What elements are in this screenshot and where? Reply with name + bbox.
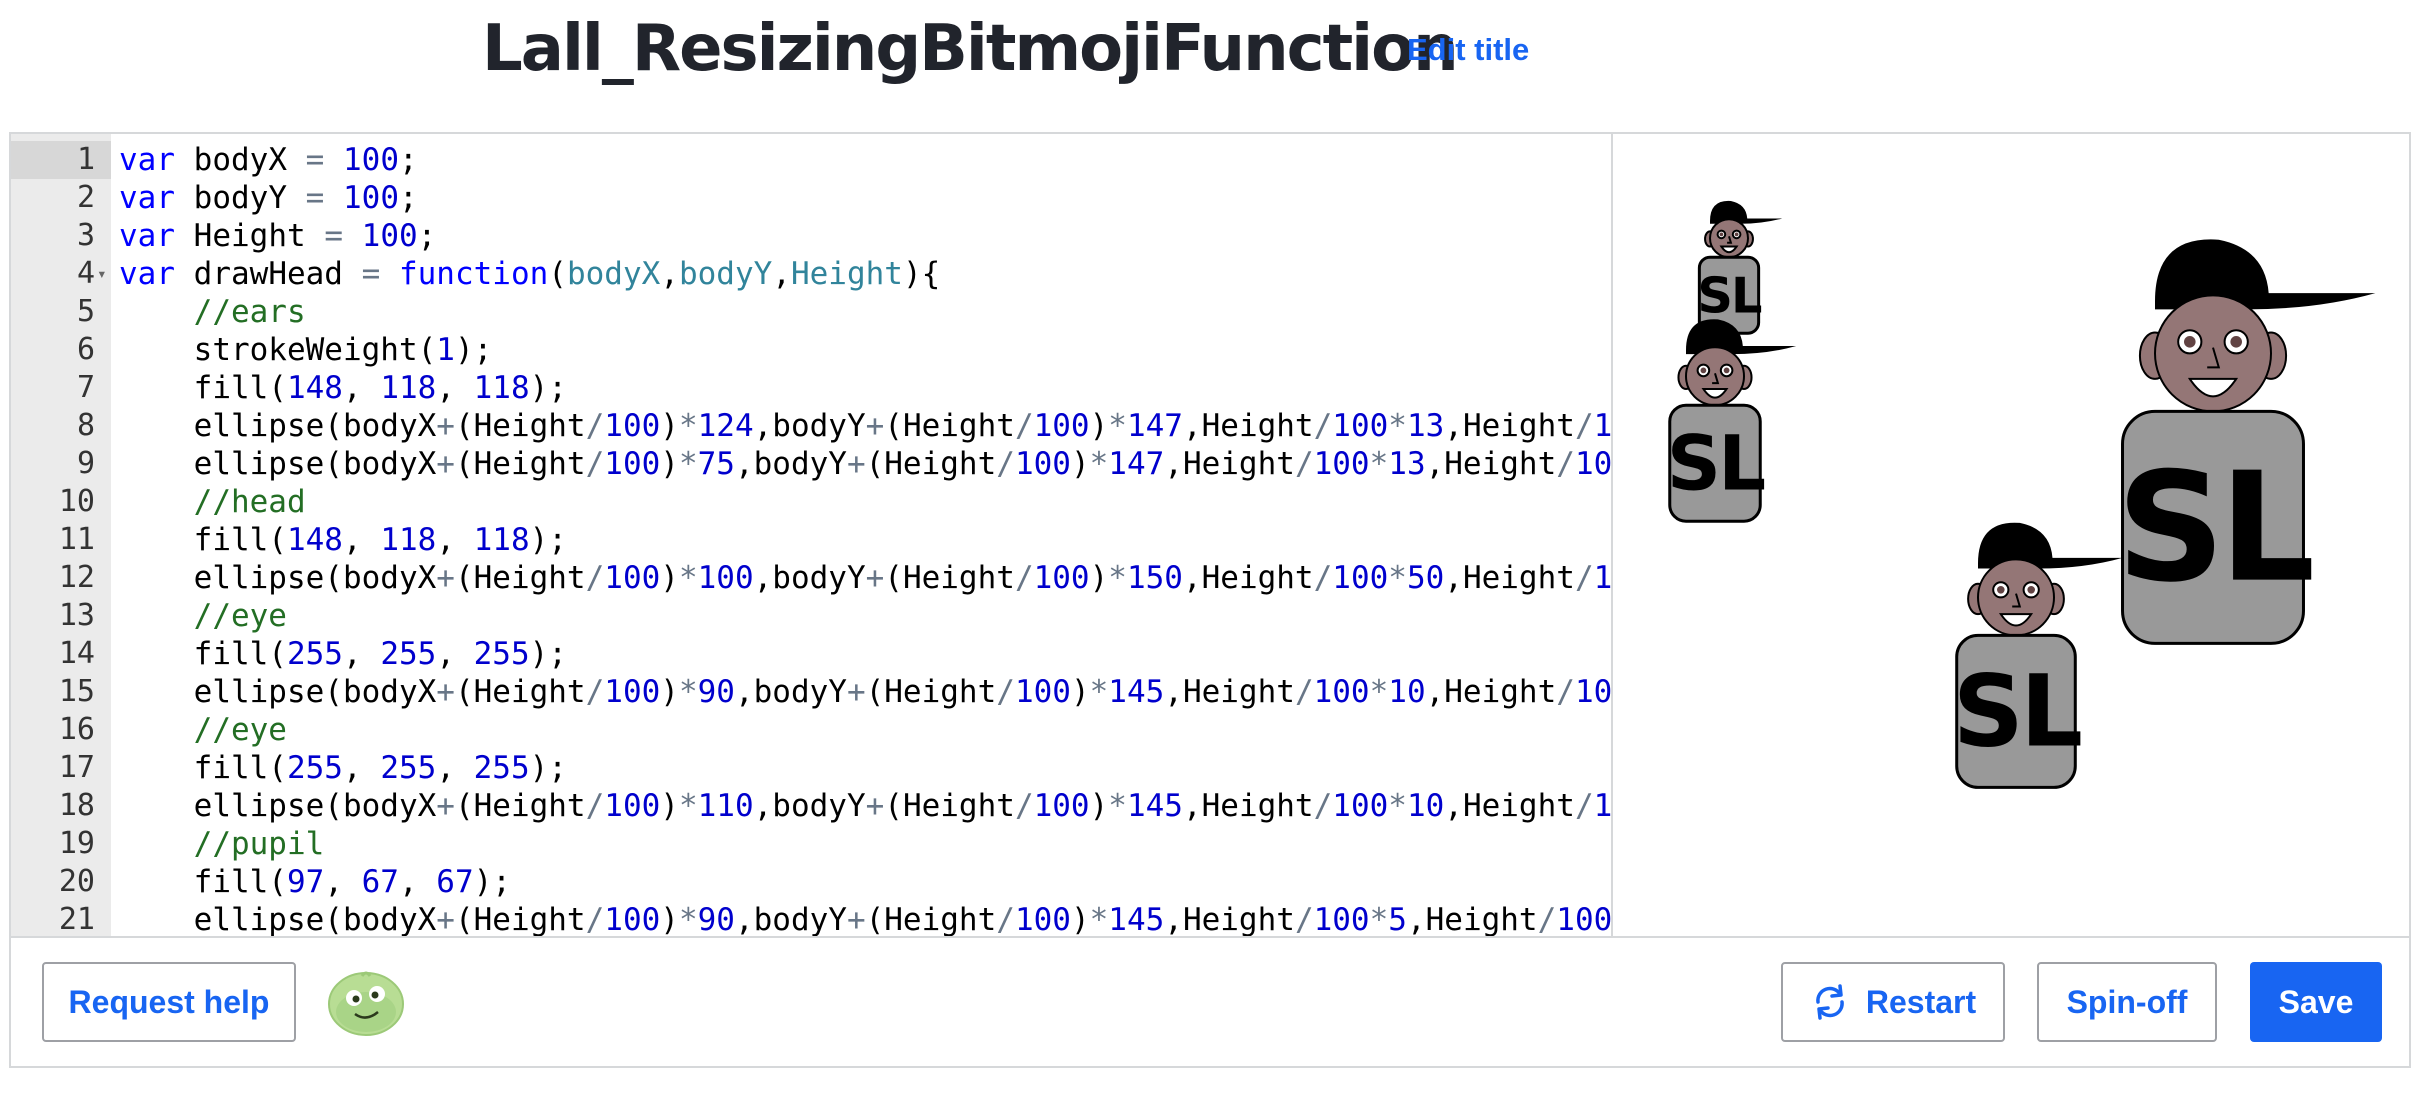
editor-footer: Request help Restart Spin-off Save bbox=[11, 936, 2409, 1068]
edit-title-link[interactable]: Edit title bbox=[1407, 30, 1529, 70]
line-number: 11 bbox=[58, 522, 95, 557]
code-text: ellipse(bodyX+(Height/100)*110,bodyY+(He… bbox=[119, 788, 1613, 824]
code-text: fill(97, 67, 67); bbox=[119, 864, 511, 900]
code-text: ellipse(bodyX+(Height/100)*100,bodyY+(He… bbox=[119, 560, 1613, 596]
line-number: 15 bbox=[58, 674, 95, 709]
code-line[interactable]: 3 var Height = 100; bbox=[11, 217, 1611, 255]
code-line[interactable]: 17 fill(255, 255, 255); bbox=[11, 749, 1611, 787]
code-text: var bodyX = 100; bbox=[119, 142, 418, 178]
code-text: var bodyY = 100; bbox=[119, 180, 418, 216]
line-number: 12 bbox=[58, 560, 95, 595]
line-number: 9 bbox=[76, 446, 95, 481]
code-text: ellipse(bodyX+(Height/100)*90,bodyY+(Hei… bbox=[119, 902, 1613, 936]
shirt-label: SL bbox=[1667, 419, 1764, 507]
code-text: strokeWeight(1); bbox=[119, 332, 493, 368]
line-number: 2 bbox=[76, 180, 95, 215]
pupil bbox=[1734, 232, 1739, 237]
line-number: 7 bbox=[76, 370, 95, 405]
line-number: 10 bbox=[58, 484, 95, 519]
output-drawing: SL SL SL SL bbox=[1667, 200, 2376, 789]
code-line[interactable]: 16 //eye bbox=[11, 711, 1611, 749]
restart-label: Restart bbox=[1865, 983, 1977, 1020]
code-text: ellipse(bodyX+(Height/100)*90,bodyY+(Hei… bbox=[119, 674, 1613, 710]
code-line[interactable]: 6 strokeWeight(1); bbox=[11, 331, 1611, 369]
pupil bbox=[1723, 367, 1730, 374]
code-text: //pupil bbox=[193, 826, 325, 862]
pupil bbox=[1997, 586, 2005, 594]
line-number: 6 bbox=[76, 332, 95, 367]
output-canvas[interactable]: SL SL SL SL bbox=[1613, 134, 2409, 936]
code-text: fill(255, 255, 255); bbox=[119, 636, 567, 672]
code-line[interactable]: 2 var bodyY = 100; bbox=[11, 179, 1611, 217]
line-number: 1 bbox=[11, 141, 111, 179]
code-text: fill(148, 118, 118); bbox=[119, 370, 567, 406]
code-line[interactable]: 13 //eye bbox=[11, 597, 1611, 635]
code-line[interactable]: 5 //ears bbox=[11, 293, 1611, 331]
line-number: 20 bbox=[58, 864, 95, 899]
save-button[interactable]: Save bbox=[2250, 962, 2382, 1042]
code-text: //ears bbox=[193, 294, 306, 330]
line-number: 18 bbox=[58, 788, 95, 823]
pupil bbox=[1719, 232, 1724, 237]
pupil bbox=[2230, 336, 2242, 348]
code-line[interactable]: 4 ▾ var drawHead = function(bodyX,bodyY,He… bbox=[11, 255, 1611, 293]
line-number: 17 bbox=[58, 750, 95, 785]
pupil bbox=[2027, 586, 2035, 594]
line-number: 16 bbox=[58, 712, 95, 747]
shirt-label: SL bbox=[1697, 266, 1762, 324]
fold-arrow-icon[interactable]: ▾ bbox=[97, 255, 107, 293]
code-text: //eye bbox=[193, 712, 287, 748]
cap bbox=[2155, 239, 2376, 310]
code-line[interactable]: 7 fill(148, 118, 118); bbox=[11, 369, 1611, 407]
cap bbox=[1978, 522, 2123, 569]
code-line[interactable]: 19 //pupil bbox=[11, 825, 1611, 863]
code-text: var drawHead = function(bodyX,bodyY,Heig… bbox=[119, 256, 941, 292]
shirt-label: SL bbox=[2116, 440, 2311, 616]
request-help-button[interactable]: Request help bbox=[42, 962, 296, 1042]
avatar-icon bbox=[328, 971, 404, 1036]
pupil bbox=[1700, 367, 1707, 374]
code-line[interactable]: 11 fill(148, 118, 118); bbox=[11, 521, 1611, 559]
code-line[interactable]: 14 fill(255, 255, 255); bbox=[11, 635, 1611, 673]
code-line[interactable]: 12 ellipse(bodyX+(Height/100)*100,bodyY+… bbox=[11, 559, 1611, 597]
restart-button[interactable]: Restart bbox=[1781, 962, 2005, 1042]
page-title: Lall_ResizingBitmojiFunction bbox=[482, 12, 1459, 86]
code-line[interactable]: 8 ellipse(bodyX+(Height/100)*124,bodyY+(… bbox=[11, 407, 1611, 445]
program-frame: 1 var bodyX = 100; 2 var bodyY = 100; 3 var H… bbox=[9, 132, 2411, 1068]
code-text: fill(148, 118, 118); bbox=[119, 522, 567, 558]
code-text: fill(255, 255, 255); bbox=[119, 750, 567, 786]
code-line[interactable]: 21 ellipse(bodyX+(Height/100)*90,bodyY+(… bbox=[11, 901, 1611, 936]
restart-icon bbox=[1816, 984, 1844, 1020]
code-editor[interactable]: 1 var bodyX = 100; 2 var bodyY = 100; 3 var H… bbox=[11, 134, 1613, 936]
line-number: 19 bbox=[58, 826, 95, 861]
code-line[interactable]: 18 ellipse(bodyX+(Height/100)*110,bodyY+… bbox=[11, 787, 1611, 825]
line-number: 8 bbox=[76, 408, 95, 443]
code-line[interactable]: 1 var bodyX = 100; bbox=[11, 141, 1611, 179]
shirt-label: SL bbox=[1953, 655, 2081, 770]
code-line[interactable]: 15 ellipse(bodyX+(Height/100)*90,bodyY+(… bbox=[11, 673, 1611, 711]
code-text: var Height = 100; bbox=[119, 218, 437, 254]
code-text: ellipse(bodyX+(Height/100)*75,bodyY+(Hei… bbox=[119, 446, 1613, 482]
spinoff-button[interactable]: Spin-off bbox=[2037, 962, 2217, 1042]
code-line[interactable]: 9 ellipse(bodyX+(Height/100)*75,bodyY+(H… bbox=[11, 445, 1611, 483]
line-number: 13 bbox=[58, 598, 95, 633]
line-number: 3 bbox=[76, 218, 95, 253]
code-text: //head bbox=[193, 484, 306, 520]
code-text: ellipse(bodyX+(Height/100)*124,bodyY+(He… bbox=[119, 408, 1613, 444]
line-number: 14 bbox=[58, 636, 95, 671]
code-text: //eye bbox=[193, 598, 287, 634]
line-number: 5 bbox=[76, 294, 95, 329]
line-number: 21 bbox=[58, 902, 95, 936]
code-line[interactable]: 20 fill(97, 67, 67); bbox=[11, 863, 1611, 901]
code-line[interactable]: 10 //head bbox=[11, 483, 1611, 521]
line-number: 4 bbox=[76, 256, 95, 291]
pupil bbox=[2184, 336, 2196, 348]
